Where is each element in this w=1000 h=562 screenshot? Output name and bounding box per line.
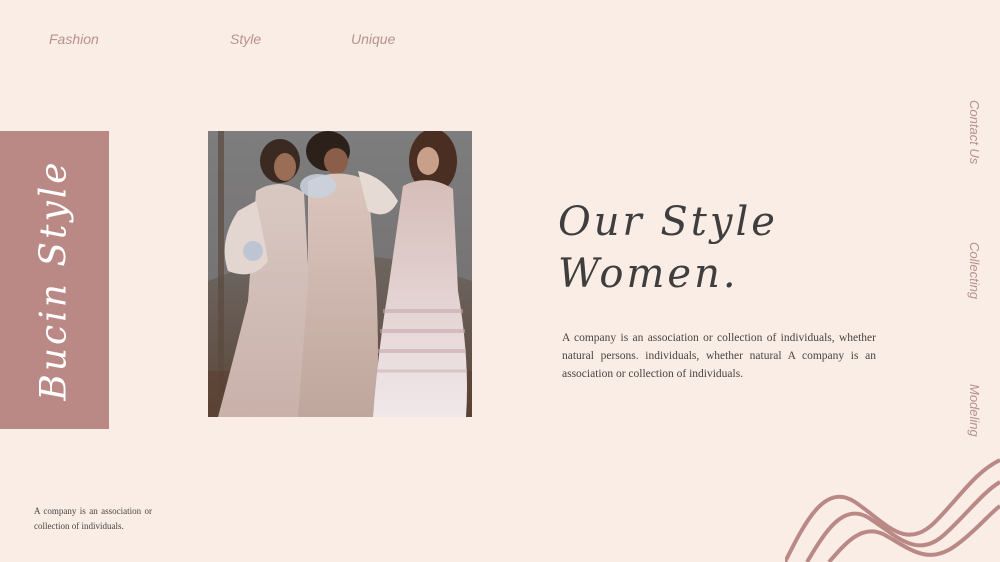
footer-text: A company is an association or collectio… (34, 506, 152, 531)
nav-item-style[interactable]: Style (230, 31, 261, 47)
fashion-photo (208, 131, 472, 417)
side-nav-contact-us[interactable]: Contact Us (967, 100, 982, 164)
side-nav-collecting[interactable]: Collecting (967, 242, 982, 299)
nav-item-unique[interactable]: Unique (351, 31, 395, 47)
page-headline: Our Style Women. (558, 196, 778, 300)
headline-line-2: Women. (558, 251, 739, 297)
wave-decoration (785, 458, 1000, 562)
side-nav-modeling[interactable]: Modeling (967, 384, 982, 437)
nav-item-fashion[interactable]: Fashion (49, 31, 99, 47)
brand-title: Bucin Style (33, 159, 75, 401)
headline-line-1: Our Style (558, 199, 778, 245)
description-text: A company is an association or collectio… (562, 332, 876, 380)
